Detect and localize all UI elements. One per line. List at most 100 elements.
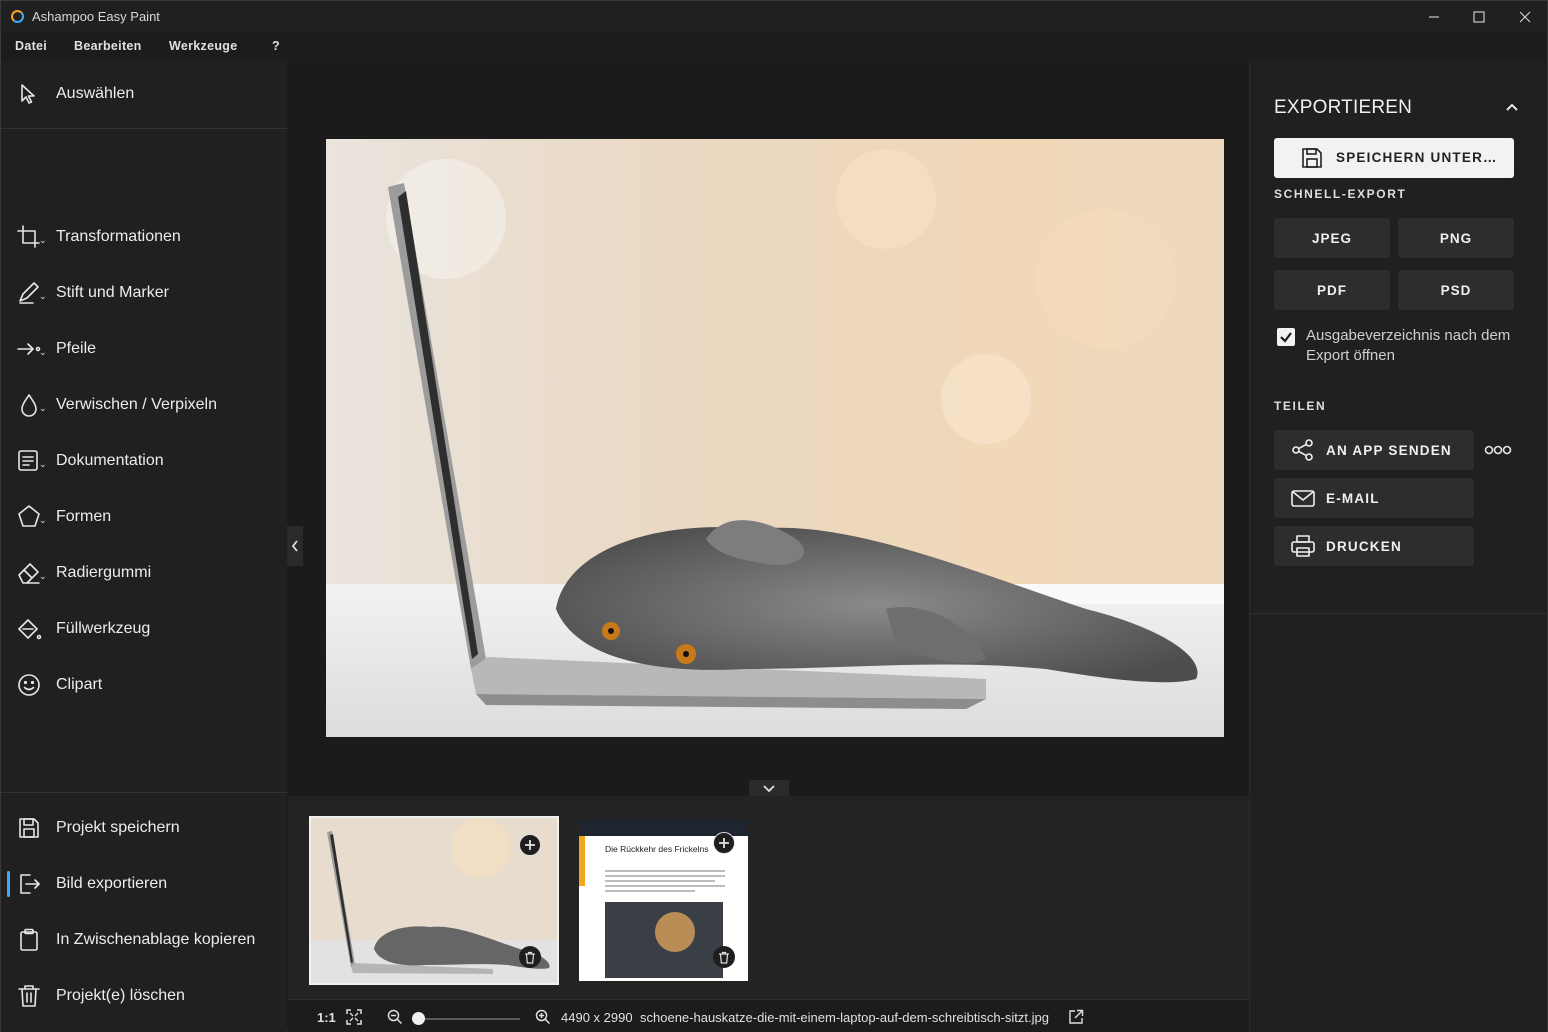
export-jpeg-button[interactable]: JPEG (1274, 218, 1390, 258)
email-button[interactable]: E-MAIL (1274, 478, 1474, 518)
trash-icon[interactable] (713, 946, 735, 968)
minimize-icon (1429, 15, 1439, 18)
chevron-down-icon: ⌄ (39, 347, 47, 357)
project-thumbnail[interactable]: Die Rückkehr des Frickelns (579, 820, 748, 981)
export-pdf-button[interactable]: PDF (1274, 270, 1390, 310)
tool-documentation[interactable]: ⌄ Dokumentation (1, 437, 287, 485)
action-save-project[interactable]: Projekt speichern (1, 804, 287, 852)
thumbnail-text-line (605, 885, 725, 887)
thumbnail-text-line (605, 875, 725, 877)
tool-blur-pixelate[interactable]: ⌄ Verwischen / Verpixeln (1, 381, 287, 429)
menu-datei[interactable]: Datei (15, 39, 47, 53)
checkmark-icon (1280, 332, 1292, 343)
tool-label: Pfeile (56, 340, 97, 357)
action-delete-project[interactable]: Projekt(e) löschen (1, 972, 287, 1020)
chevron-down-icon: ⌄ (39, 459, 47, 469)
more-options-button[interactable] (1484, 442, 1514, 458)
thumbnail-text-line (605, 890, 695, 892)
menu-help[interactable]: ? (272, 39, 280, 53)
mail-icon (1290, 486, 1316, 510)
trash-icon[interactable] (519, 946, 541, 968)
zoom-actual-size-button[interactable]: 1:1 (317, 1010, 336, 1025)
maximize-button[interactable] (1456, 1, 1502, 32)
action-copy-clipboard[interactable]: In Zwischenablage kopieren (1, 916, 287, 964)
add-icon[interactable] (713, 832, 735, 854)
collapse-filmstrip-button[interactable] (749, 780, 789, 796)
export-psd-button[interactable]: PSD (1398, 270, 1514, 310)
minimize-button[interactable] (1411, 1, 1457, 32)
export-panel: EXPORTIEREN SPEICHERN UNTER… SCHNELL-EXP… (1249, 61, 1548, 1032)
image-canvas[interactable] (288, 61, 1249, 796)
action-label: In Zwischenablage kopieren (56, 931, 256, 948)
tool-label: Clipart (56, 676, 103, 693)
paint-bucket-icon (15, 615, 43, 643)
export-panel-title: EXPORTIEREN (1274, 97, 1413, 118)
action-label: Projekt speichern (56, 819, 180, 836)
tool-eraser[interactable]: ⌄ Radiergummi (1, 549, 287, 597)
fit-screen-icon (346, 1009, 362, 1025)
printer-icon (1290, 534, 1316, 558)
maximize-icon (1473, 10, 1485, 23)
panel-divider (1250, 613, 1548, 614)
cat-laptop-photo (326, 139, 1224, 737)
tool-arrows[interactable]: ⌄ Pfeile (1, 325, 287, 373)
external-link-icon (1069, 1009, 1084, 1024)
zoom-slider-handle[interactable] (412, 1012, 425, 1025)
thumbnail-accent (579, 836, 585, 886)
save-as-label: SPEICHERN UNTER… (1336, 150, 1498, 165)
email-label: E-MAIL (1326, 491, 1380, 506)
floppy-icon (15, 814, 43, 842)
clipboard-icon (15, 926, 43, 954)
active-indicator (7, 871, 10, 897)
tool-select[interactable]: Auswählen (1, 70, 287, 118)
zoom-slider-track[interactable] (416, 1018, 520, 1020)
tool-label: Transformationen (56, 228, 181, 245)
tool-label: Radiergummi (56, 564, 152, 581)
canvas-image[interactable] (326, 139, 1224, 737)
print-label: DRUCKEN (1326, 539, 1402, 554)
tool-select-label: Auswählen (56, 85, 135, 102)
collapse-sidebar-button[interactable] (287, 526, 303, 566)
collapse-panel-button[interactable] (1504, 99, 1520, 115)
tool-sidebar: Auswählen ⌄ Transformationen ⌄ Stift und… (1, 61, 287, 1032)
action-export-image[interactable]: Bild exportieren (1, 860, 287, 908)
floppy-icon (1302, 148, 1322, 168)
title-bar: Ashampoo Easy Paint (1, 1, 1547, 32)
open-file-location-button[interactable] (1068, 1009, 1084, 1030)
tool-clipart[interactable]: Clipart (1, 661, 287, 709)
app-window: Ashampoo Easy Paint Datei Bearbeiten Wer… (0, 0, 1548, 1032)
tool-shapes[interactable]: ⌄ Formen (1, 493, 287, 541)
print-button[interactable]: DRUCKEN (1274, 526, 1474, 566)
chevron-down-icon (763, 785, 775, 793)
share-heading: TEILEN (1274, 399, 1327, 413)
tool-label: Dokumentation (56, 452, 164, 469)
zoom-in-button[interactable] (535, 1009, 551, 1030)
close-button[interactable] (1502, 1, 1548, 32)
open-output-dir-checkbox[interactable] (1277, 328, 1295, 346)
tool-label: Formen (56, 508, 112, 525)
chevron-down-icon: ⌄ (39, 403, 47, 413)
menu-bearbeiten[interactable]: Bearbeiten (74, 39, 142, 53)
smiley-icon (15, 671, 43, 699)
tool-transformations[interactable]: ⌄ Transformationen (1, 213, 287, 261)
send-to-app-label: AN APP SENDEN (1326, 443, 1452, 458)
chevron-down-icon: ⌄ (39, 291, 47, 301)
project-thumbnail[interactable] (309, 816, 559, 985)
chevron-down-icon: ⌄ (39, 235, 47, 245)
zoom-out-button[interactable] (387, 1009, 403, 1030)
save-as-button[interactable]: SPEICHERN UNTER… (1274, 138, 1514, 178)
action-label: Bild exportieren (56, 875, 168, 892)
tool-fill[interactable]: Füllwerkzeug (1, 605, 287, 653)
add-icon[interactable] (519, 834, 541, 856)
fit-to-screen-button[interactable] (346, 1009, 362, 1030)
tool-pen-marker[interactable]: ⌄ Stift und Marker (1, 269, 287, 317)
tool-label: Füllwerkzeug (56, 620, 151, 637)
chevron-down-icon: ⌄ (39, 571, 47, 581)
export-png-button[interactable]: PNG (1398, 218, 1514, 258)
chevron-down-icon: ⌄ (39, 515, 47, 525)
status-bar: 1:1 4490 x 2990 schoene-hauskatze-die-mi… (288, 999, 1249, 1032)
send-to-app-button[interactable]: AN APP SENDEN (1274, 430, 1474, 470)
menu-werkzeuge[interactable]: Werkzeuge (169, 39, 237, 53)
chevron-left-icon (291, 540, 298, 552)
action-label: Projekt(e) löschen (56, 987, 185, 1004)
